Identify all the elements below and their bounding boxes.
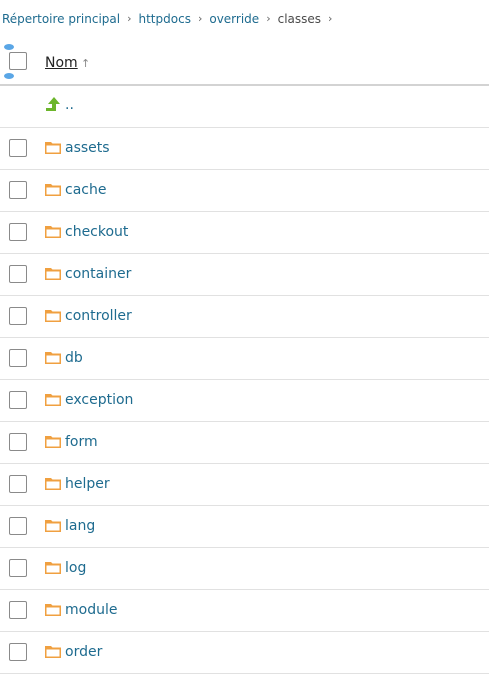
table-row: order [0, 632, 489, 674]
folder-icon [45, 436, 61, 448]
file-list: .. assets cache checkout container contr… [0, 86, 489, 674]
row-checkbox[interactable] [9, 391, 27, 409]
folder-icon [45, 310, 61, 322]
folder-link[interactable]: cache [65, 181, 106, 199]
folder-icon [45, 226, 61, 238]
table-row: form [0, 422, 489, 464]
folder-icon [45, 520, 61, 532]
table-row: exception [0, 380, 489, 422]
folder-link[interactable]: assets [65, 139, 110, 157]
table-row: helper [0, 464, 489, 506]
table-row: controller [0, 296, 489, 338]
row-checkbox[interactable] [9, 265, 27, 283]
row-checkbox[interactable] [9, 517, 27, 535]
row-checkbox[interactable] [9, 349, 27, 367]
breadcrumb-separator: › [328, 12, 333, 25]
row-checkbox[interactable] [9, 433, 27, 451]
table-row: assets [0, 128, 489, 170]
row-checkbox[interactable] [9, 601, 27, 619]
parent-directory-row[interactable]: .. [0, 86, 489, 128]
folder-icon [45, 268, 61, 280]
folder-link[interactable]: controller [65, 307, 132, 325]
folder-link[interactable]: db [65, 349, 83, 367]
folder-link[interactable]: checkout [65, 223, 128, 241]
row-checkbox[interactable] [9, 643, 27, 661]
folder-link[interactable]: exception [65, 391, 133, 409]
selection-handle-bottom-icon[interactable] [4, 73, 14, 79]
folder-icon [45, 184, 61, 196]
folder-icon [45, 646, 61, 658]
folder-icon [45, 394, 61, 406]
table-row: lang [0, 506, 489, 548]
table-row: container [0, 254, 489, 296]
breadcrumb-current: classes [277, 12, 322, 26]
folder-link[interactable]: module [65, 601, 117, 619]
row-checkbox[interactable] [9, 181, 27, 199]
select-all-checkbox[interactable] [9, 52, 27, 70]
folder-link[interactable]: order [65, 643, 102, 661]
column-header-name[interactable]: Nom [45, 55, 78, 71]
folder-icon [45, 604, 61, 616]
breadcrumb-separator: › [266, 12, 271, 25]
row-checkbox[interactable] [9, 475, 27, 493]
folder-link[interactable]: helper [65, 475, 110, 493]
sort-ascending-icon: ↑ [81, 57, 91, 70]
row-checkbox[interactable] [9, 559, 27, 577]
table-header: Nom ↑ [0, 42, 489, 86]
row-checkbox[interactable] [9, 223, 27, 241]
table-row: checkout [0, 212, 489, 254]
breadcrumb-override[interactable]: override [209, 12, 259, 26]
folder-link[interactable]: log [65, 559, 86, 577]
table-row: module [0, 590, 489, 632]
parent-directory-link[interactable]: .. [65, 96, 74, 114]
breadcrumb-home[interactable]: Répertoire principal [2, 12, 120, 26]
folder-icon [45, 142, 61, 154]
breadcrumb-separator: › [127, 12, 132, 25]
folder-icon [45, 562, 61, 574]
up-arrow-icon[interactable] [45, 96, 61, 112]
table-row: log [0, 548, 489, 590]
selection-handle-top-icon[interactable] [4, 44, 14, 50]
folder-link[interactable]: lang [65, 517, 95, 535]
folder-link[interactable]: form [65, 433, 98, 451]
breadcrumb-httpdocs[interactable]: httpdocs [139, 12, 191, 26]
folder-icon [45, 478, 61, 490]
folder-icon [45, 352, 61, 364]
folder-link[interactable]: container [65, 265, 131, 283]
table-row: cache [0, 170, 489, 212]
row-checkbox[interactable] [9, 139, 27, 157]
table-row: db [0, 338, 489, 380]
row-checkbox[interactable] [9, 307, 27, 325]
breadcrumb: Répertoire principal › httpdocs › override › c… [2, 11, 339, 28]
breadcrumb-separator: › [197, 12, 203, 25]
